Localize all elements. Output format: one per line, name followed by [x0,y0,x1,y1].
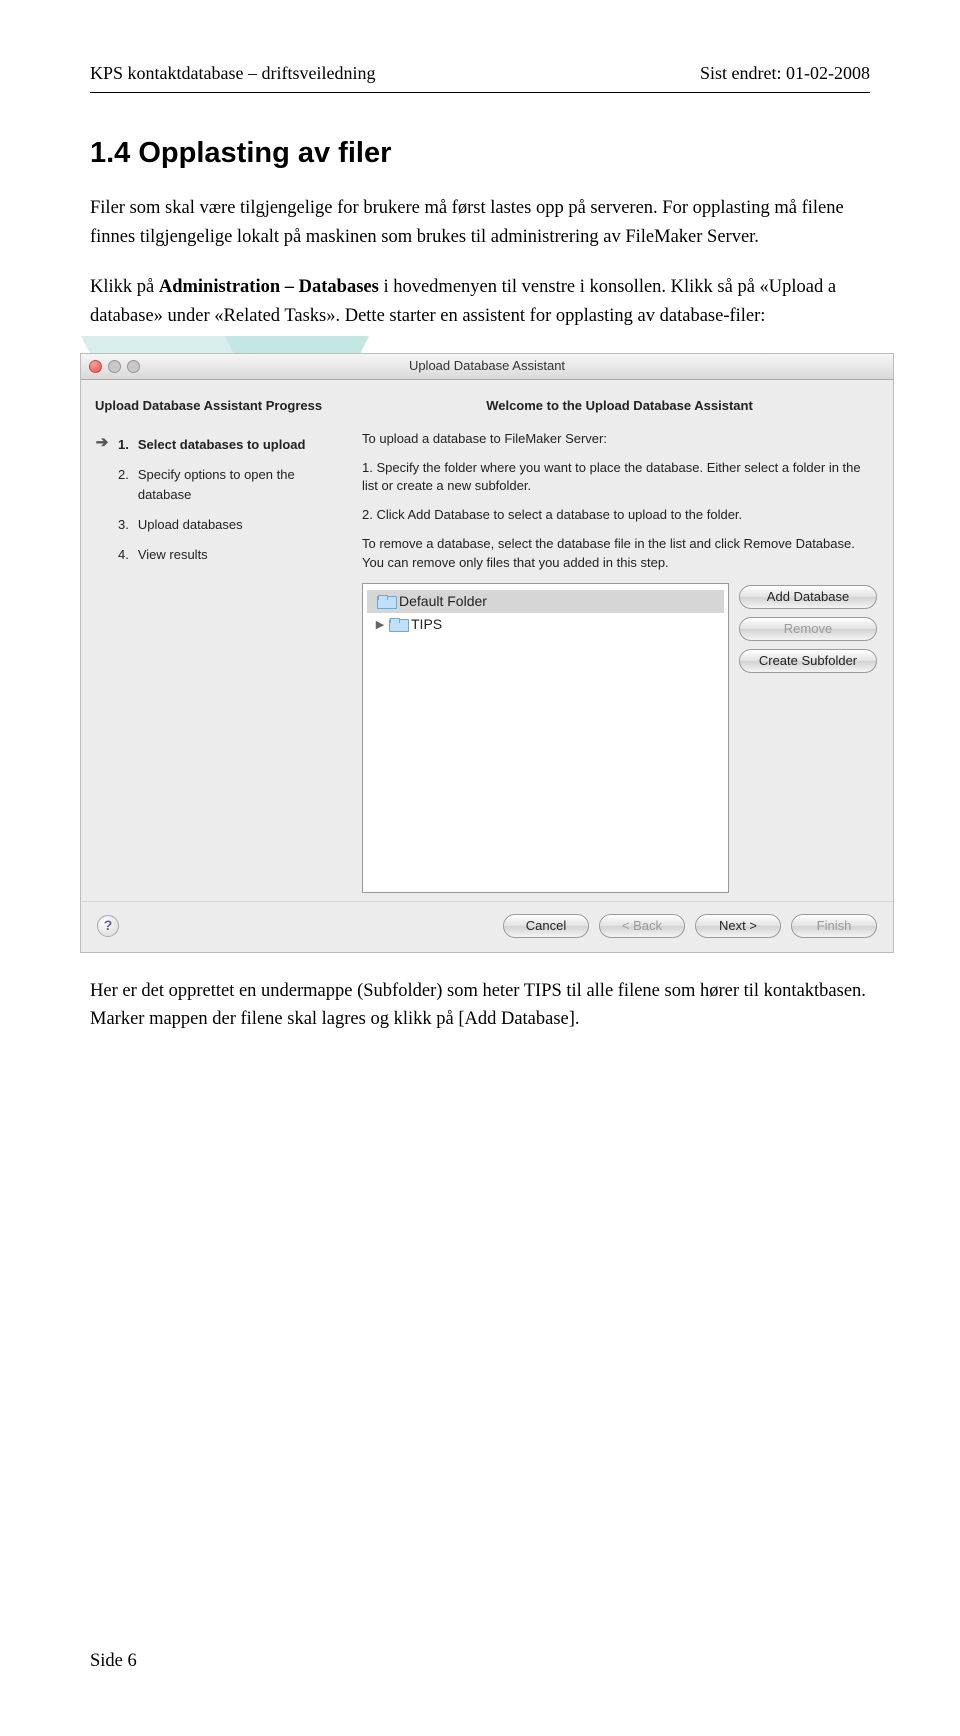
step-label: Upload databases [138,515,243,535]
wizard-step-3: 3. Upload databases [95,510,332,540]
step-num: 3. [118,515,129,535]
zoom-icon [127,360,140,373]
folder-area: Default Folder ▶ TIPS Add Database Remov… [362,583,877,893]
document-body: 1.4 Opplasting av filer Filer som skal v… [90,131,870,1034]
wizard-step-2: 2. Specify options to open the database [95,460,332,510]
paragraph-1: Filer som skal være tilgjengelige for br… [90,194,870,251]
wizard-nav-buttons: Cancel < Back Next > Finish [503,914,877,938]
dialog-screenshot: Upload Database Assistant Upload Databas… [80,353,894,953]
upload-dialog: Upload Database Assistant Upload Databas… [81,354,893,952]
tree-node-root[interactable]: Default Folder [367,590,724,614]
section-title: 1.4 Opplasting av filer [90,131,870,176]
header-right: Sist endret: 01-02-2008 [700,60,870,88]
step-label: Select databases to upload [138,435,306,455]
para2-a: Klikk på [90,277,159,297]
wizard-step-4: 4. View results [95,540,332,570]
step-label: View results [138,545,208,565]
page-footer: Side 6 [90,1647,137,1676]
wizard-main: Welcome to the Upload Database Assistant… [346,380,893,901]
disclosure-triangle-icon[interactable]: ▶ [375,617,385,634]
main-title: Welcome to the Upload Database Assistant [362,396,877,416]
paragraph-2: Klikk på Administration – Databases i ho… [90,273,870,330]
step-num: 1. [118,435,129,455]
back-button: < Back [599,914,685,938]
dialog-body: Upload Database Assistant Progress ➔ 1. … [81,380,893,901]
wizard-steps: ➔ 1. Select databases to upload 2. Speci… [95,430,332,571]
window-controls [89,360,140,373]
step1-text: 1. Specify the folder where you want to … [362,459,877,497]
create-subfolder-button[interactable]: Create Subfolder [739,649,877,673]
remove-button: Remove [739,617,877,641]
folder-icon [377,595,395,609]
sidebar-title: Upload Database Assistant Progress [95,396,332,416]
wizard-sidebar: Upload Database Assistant Progress ➔ 1. … [81,380,346,901]
step-label: Specify options to open the database [138,465,332,505]
dialog-title: Upload Database Assistant [81,356,893,376]
arrow-right-icon: ➔ [95,435,109,450]
folder-buttons: Add Database Remove Create Subfolder [739,585,877,893]
step-num: 2. [118,465,129,485]
next-button[interactable]: Next > [695,914,781,938]
close-icon[interactable] [89,360,102,373]
folder-icon [389,618,407,632]
finish-button: Finish [791,914,877,938]
folder-tree[interactable]: Default Folder ▶ TIPS [362,583,729,893]
minimize-icon [108,360,121,373]
cancel-button[interactable]: Cancel [503,914,589,938]
tree-root-label: Default Folder [399,591,487,613]
dialog-footer: ? Cancel < Back Next > Finish [81,901,893,952]
dialog-titlebar: Upload Database Assistant [81,354,893,380]
step-num: 4. [118,545,129,565]
help-icon[interactable]: ? [97,915,119,937]
tree-child-label: TIPS [411,614,442,636]
add-database-button[interactable]: Add Database [739,585,877,609]
wizard-step-1: ➔ 1. Select databases to upload [95,430,332,460]
step2-text: 2. Click Add Database to select a databa… [362,506,877,525]
remove-text: To remove a database, select the databas… [362,535,877,573]
header-left: KPS kontaktdatabase – driftsveiledning [90,60,375,88]
page-header: KPS kontaktdatabase – driftsveiledning S… [90,60,870,93]
intro-text: To upload a database to FileMaker Server… [362,430,877,449]
para2-bold: Administration – Databases [159,277,379,297]
tree-node-child[interactable]: ▶ TIPS [367,613,724,637]
paragraph-3: Her er det opprettet en undermappe (Subf… [90,977,870,1034]
